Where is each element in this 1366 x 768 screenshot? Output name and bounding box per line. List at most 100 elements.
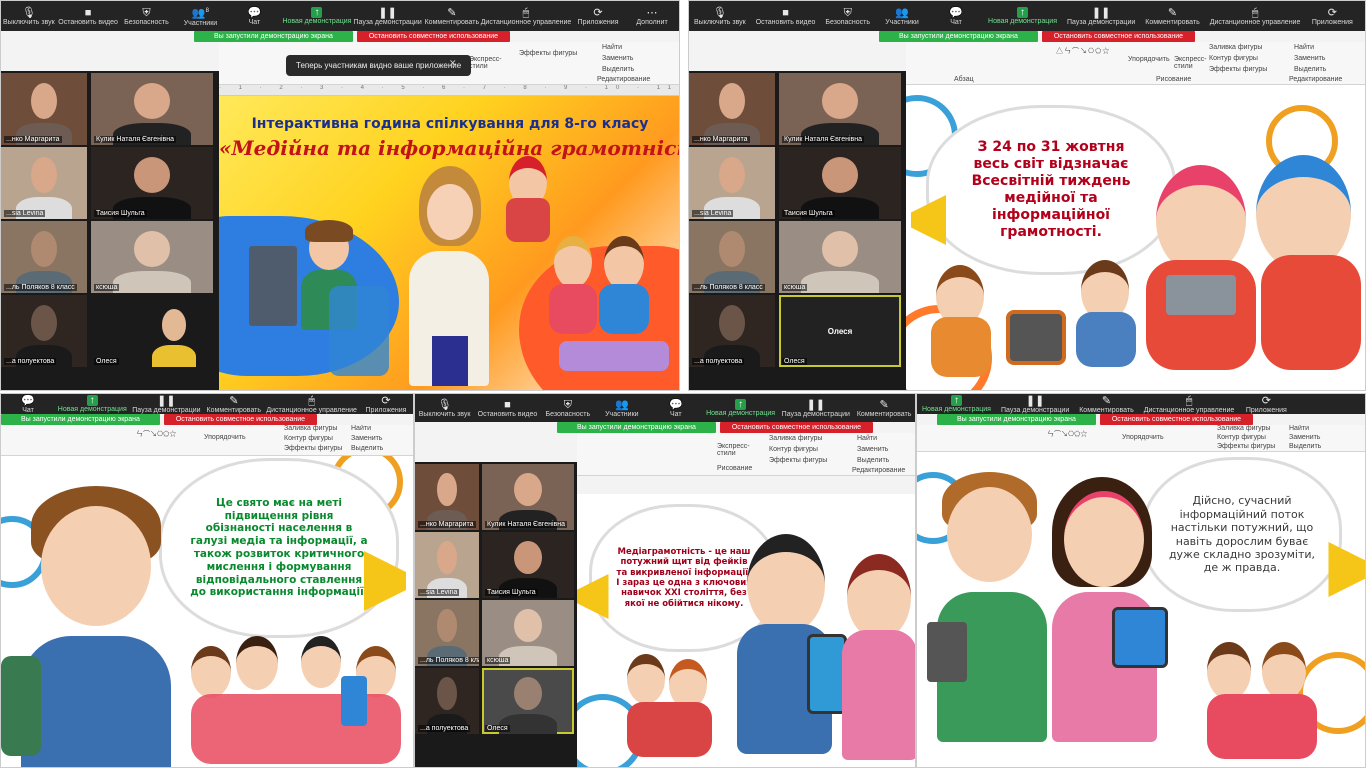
- remote-control-button[interactable]: 🖱 Дистанционное управление: [481, 1, 572, 31]
- tooltip-close-icon[interactable]: ✕: [449, 58, 457, 69]
- effects-label[interactable]: Эффекты фигуры: [519, 50, 577, 57]
- outline-label[interactable]: Контур фигуры: [1217, 434, 1266, 441]
- participant-tile[interactable]: ...а полуектова: [415, 668, 479, 734]
- participant-tile[interactable]: Кулик Наталя Євгенівна: [91, 73, 213, 145]
- apps-button[interactable]: ⟳ Приложения: [1239, 394, 1293, 414]
- participant-tile[interactable]: Кулик Наталя Євгенівна: [779, 73, 901, 145]
- effects-label[interactable]: Эффекты фигуры: [1209, 66, 1267, 73]
- annotate-button[interactable]: ✎ Комментировать: [853, 394, 915, 422]
- styles-label[interactable]: Экспресс-стили: [717, 443, 757, 457]
- shapes-gallery-icon[interactable]: △ㄣ⌒↘⎔⬠☆: [1056, 46, 1110, 56]
- outline-label[interactable]: Контур фигуры: [1209, 55, 1258, 62]
- arrange-button[interactable]: Упорядочить: [204, 434, 246, 441]
- remote-control-button[interactable]: 🖱 Дистанционное управление: [1139, 394, 1240, 414]
- outline-label[interactable]: Контур фигуры: [284, 435, 333, 442]
- stop-video-button[interactable]: ■ Остановить видео: [57, 1, 120, 31]
- participant-tile[interactable]: ...нко Маргарита: [1, 73, 87, 145]
- more-button[interactable]: ⋯ Дополнит: [625, 1, 679, 31]
- pause-share-button[interactable]: ❚❚ Пауза демонстрации: [129, 394, 203, 414]
- participant-tile[interactable]: ...sia Levina: [415, 532, 479, 598]
- security-button[interactable]: ⛨ Безопасность: [119, 1, 173, 31]
- participant-tile[interactable]: Таисия Шульга: [482, 532, 574, 598]
- effects-label[interactable]: Эффекты фигуры: [284, 445, 342, 452]
- apps-button[interactable]: ⟳ Приложения: [1305, 1, 1359, 31]
- shapes-gallery-icon[interactable]: ㄣ⌒↘⎔⬠☆: [1047, 429, 1087, 439]
- replace-button[interactable]: Заменить: [857, 446, 888, 453]
- chat-button[interactable]: 💬 Чат: [1, 394, 55, 414]
- participant-tile[interactable]: ...нко Маргарита: [415, 464, 479, 530]
- outline-label[interactable]: Контур фигуры: [769, 446, 818, 453]
- participants-button[interactable]: 👥8 Участники: [173, 1, 227, 31]
- fill-label[interactable]: Заливка фигуры: [1209, 44, 1262, 51]
- mute-button[interactable]: 🎙 Выключить звук: [415, 394, 474, 422]
- remote-control-button[interactable]: 🖱 Дистанционное управление: [1205, 1, 1306, 31]
- effects-label[interactable]: Эффекты фигуры: [1217, 443, 1275, 450]
- select-button[interactable]: Выделить: [1294, 66, 1326, 73]
- effects-label[interactable]: Эффекты фигуры: [769, 457, 827, 464]
- annotate-button[interactable]: ✎ Комментировать: [1140, 1, 1205, 31]
- mute-button[interactable]: 🎙 Выключить звук: [689, 1, 751, 31]
- find-button[interactable]: Найти: [1294, 44, 1314, 51]
- chat-button[interactable]: 💬 Чат: [227, 1, 281, 31]
- find-button[interactable]: Найти: [857, 435, 877, 442]
- replace-button[interactable]: Заменить: [1289, 434, 1320, 441]
- apps-button[interactable]: ⟳ Приложения: [359, 394, 413, 414]
- participants-button[interactable]: 👥 Участники: [875, 1, 929, 31]
- new-share-button[interactable]: ↑ Новая демонстрация: [983, 1, 1062, 31]
- participant-tile[interactable]: ксюша: [482, 600, 574, 666]
- pause-share-button[interactable]: ❚❚ Пауза демонстрации: [352, 1, 422, 31]
- arrange-button[interactable]: Упорядочить: [1128, 56, 1170, 63]
- select-button[interactable]: Выделить: [1289, 443, 1321, 450]
- participant-tile[interactable]: ...sia Levina: [689, 147, 775, 219]
- participant-tile[interactable]: ...sia Levina: [1, 147, 87, 219]
- participant-tile[interactable]: ксюша: [779, 221, 901, 293]
- stop-share-button[interactable]: Остановить совместное использование: [1099, 414, 1254, 425]
- stop-share-button[interactable]: Остановить совместное использование: [356, 31, 511, 42]
- replace-button[interactable]: Заменить: [1294, 55, 1325, 62]
- select-button[interactable]: Выделить: [857, 457, 889, 464]
- arrange-button[interactable]: Упорядочить: [1122, 434, 1164, 441]
- participant-tile[interactable]: Олеся: [482, 668, 574, 734]
- participant-tile[interactable]: Таисия Шульга: [91, 147, 213, 219]
- chat-button[interactable]: 💬 Чат: [929, 1, 983, 31]
- participant-tile[interactable]: ...ль Поляков 8 класс: [689, 221, 775, 293]
- replace-button[interactable]: Заменить: [351, 435, 382, 442]
- fill-label[interactable]: Заливка фигуры: [769, 435, 822, 442]
- new-share-button[interactable]: ↑ Новая демонстрация: [281, 1, 352, 31]
- find-button[interactable]: Найти: [351, 425, 371, 432]
- select-button[interactable]: Выделить: [351, 445, 383, 452]
- annotate-button[interactable]: ✎ Комментировать: [1074, 394, 1139, 414]
- participant-tile[interactable]: Олеся: [91, 295, 213, 367]
- pause-share-button[interactable]: ❚❚ Пауза демонстрации: [996, 394, 1074, 414]
- participant-tile[interactable]: Таисия Шульга: [779, 147, 901, 219]
- participant-tile[interactable]: ...нко Маргарита: [689, 73, 775, 145]
- participant-tile[interactable]: Олеся Олеся: [779, 295, 901, 367]
- annotate-button[interactable]: ✎ Комментировать: [423, 1, 481, 31]
- new-share-button[interactable]: ↑ Новая демонстрация: [55, 394, 129, 414]
- mute-button[interactable]: 🎙 Выключить звук: [1, 1, 57, 31]
- participant-tile[interactable]: ...а полуектова: [689, 295, 775, 367]
- find-button[interactable]: Найти: [1289, 425, 1309, 432]
- security-button[interactable]: ⛨ Безопасность: [541, 394, 595, 422]
- participant-tile[interactable]: ...ль Поляков 8 класс: [415, 600, 479, 666]
- find-button[interactable]: Найти: [602, 44, 622, 51]
- stop-video-button[interactable]: ■ Остановить видео: [751, 1, 821, 31]
- styles-label[interactable]: Экспресс-стили: [469, 56, 509, 70]
- styles-label[interactable]: Экспресс-стили: [1174, 56, 1207, 70]
- shapes-gallery-icon[interactable]: ㄣ⌒↘⎔⬠☆: [136, 429, 176, 439]
- apps-button[interactable]: ⟳ Приложения: [571, 1, 625, 31]
- participants-button[interactable]: 👥 Участники: [595, 394, 649, 422]
- chat-button[interactable]: 💬 Чат: [649, 394, 703, 422]
- pause-share-button[interactable]: ❚❚ Пауза демонстрации: [778, 394, 853, 422]
- stop-share-button[interactable]: Остановить совместное использование: [163, 414, 318, 425]
- new-share-button[interactable]: ↑ Новая демонстрация: [917, 394, 996, 414]
- replace-button[interactable]: Заменить: [602, 55, 633, 62]
- fill-label[interactable]: Заливка фигуры: [1217, 425, 1270, 432]
- pause-share-button[interactable]: ❚❚ Пауза демонстрации: [1062, 1, 1140, 31]
- participant-tile[interactable]: ...ль Поляков 8 класс: [1, 221, 87, 293]
- participant-tile[interactable]: ...а полуектова: [1, 295, 87, 367]
- remote-control-button[interactable]: 🖱 Дистанционное управление: [264, 394, 359, 414]
- annotate-button[interactable]: ✎ Комментировать: [203, 394, 264, 414]
- new-share-button[interactable]: ↑ Новая демонстрация: [703, 394, 779, 422]
- fill-label[interactable]: Заливка фигуры: [284, 425, 337, 432]
